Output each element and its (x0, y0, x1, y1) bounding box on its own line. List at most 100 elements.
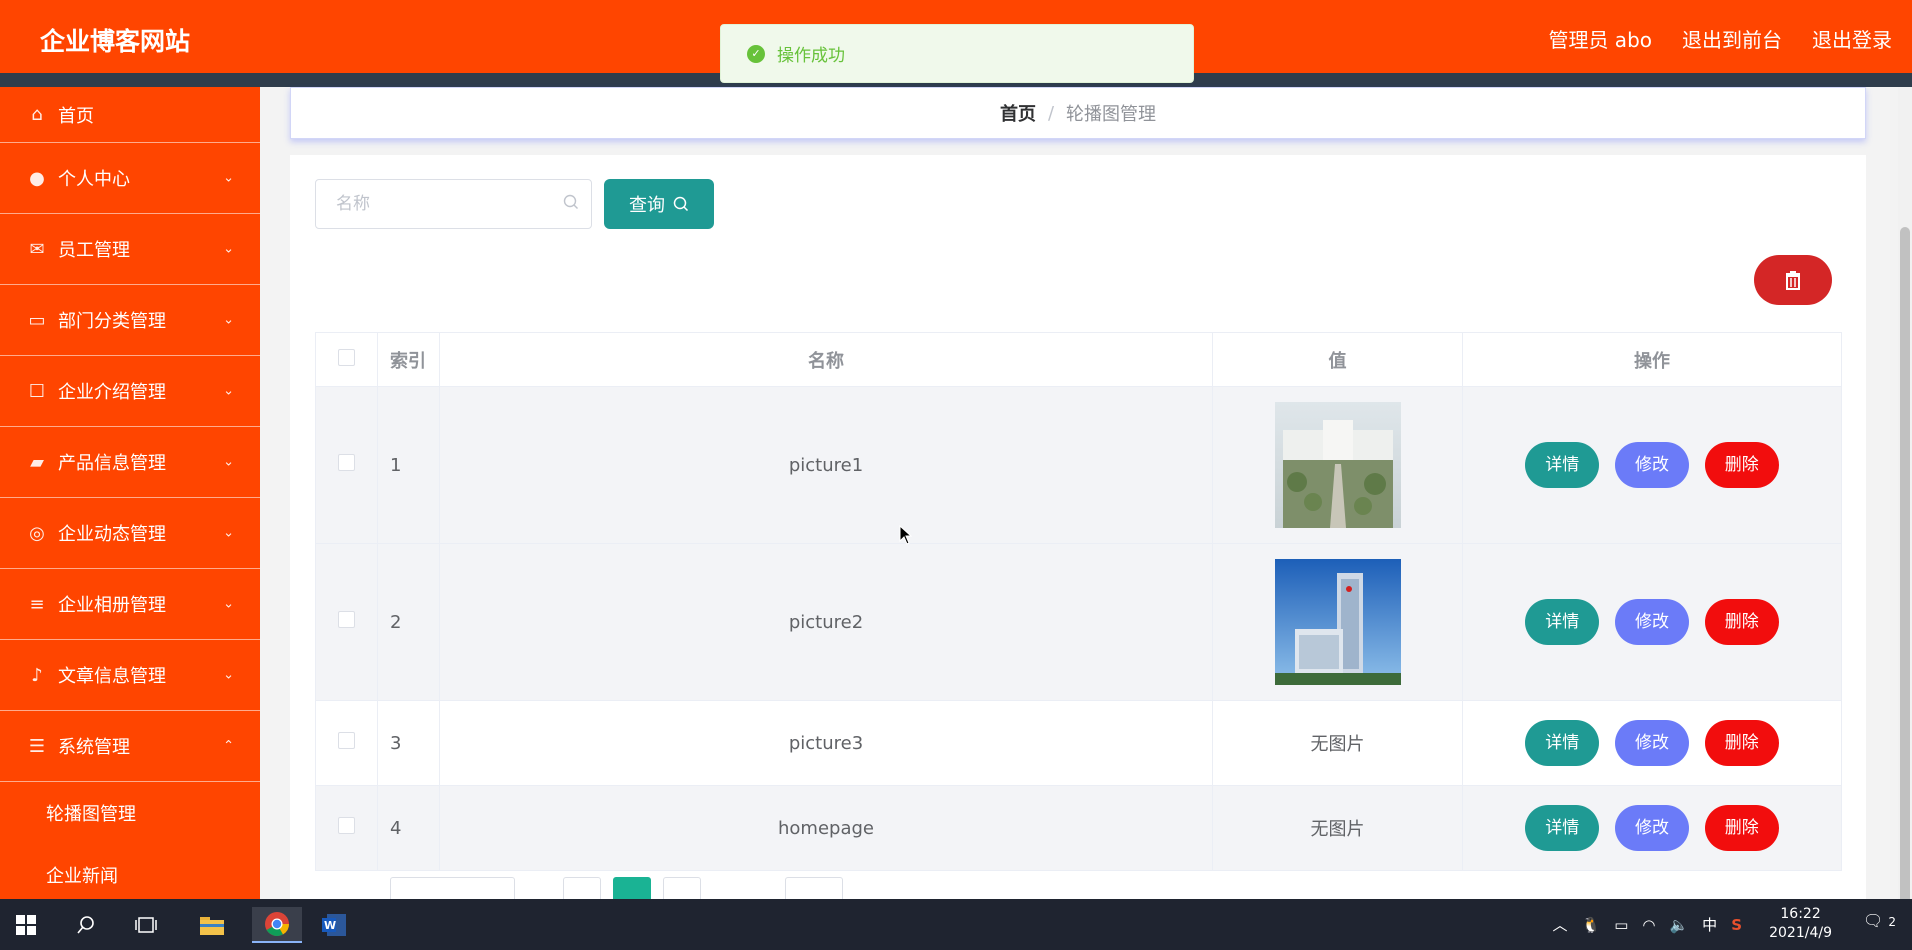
row-checkbox[interactable] (338, 732, 355, 749)
check-circle-icon: ✓ (747, 44, 765, 63)
main-content: 首页 / 轮播图管理 查询 (260, 87, 1912, 917)
sidebar-subitem-company-news[interactable]: 企业新闻 (0, 844, 260, 899)
sidebar-item-staff[interactable]: ✉ 员工管理 ⌄ (0, 214, 260, 285)
sidebar-item-company-intro[interactable]: ☐ 企业介绍管理 ⌄ (0, 356, 260, 427)
row-checkbox[interactable] (338, 611, 355, 628)
content-card: 查询 索引 名称 值 操作 (290, 155, 1866, 917)
exit-to-front-link[interactable]: 退出到前台 (1682, 24, 1782, 53)
taskbar-clock[interactable]: 16:22 2021/4/9 (1769, 905, 1832, 943)
task-view-icon (135, 917, 157, 933)
sidebar-item-products[interactable]: ▰ 产品信息管理 ⌄ (0, 427, 260, 498)
success-toast: ✓ 操作成功 (720, 24, 1194, 83)
detail-button[interactable]: 详情 (1525, 805, 1600, 851)
chevron-down-icon: ⌄ (223, 170, 234, 186)
search-input[interactable] (316, 180, 591, 228)
tray-expand-icon[interactable]: ︿ (1553, 914, 1568, 935)
clock-time: 16:22 (1780, 906, 1821, 922)
row-value: 无图片 (1212, 785, 1463, 871)
header-index: 索引 (377, 332, 440, 387)
wallet-icon: ▰ (30, 451, 44, 473)
name-search-field (315, 179, 592, 229)
search-icon (563, 194, 578, 209)
ime-indicator[interactable]: 中 (1702, 914, 1717, 935)
table-row: 4 homepage 无图片 详情 修改 删除 (315, 785, 1842, 871)
row-index: 3 (377, 700, 440, 786)
row-select-cell (315, 785, 378, 871)
detail-button[interactable]: 详情 (1525, 442, 1600, 488)
sidebar-item-home[interactable]: ⌂ 首页 (0, 87, 260, 143)
admin-user-label[interactable]: 管理员 abo (1548, 24, 1652, 53)
file-explorer-button[interactable] (190, 907, 234, 943)
taskbar-search-button[interactable] (64, 907, 108, 943)
chevron-down-icon: ⌄ (223, 667, 234, 683)
batch-delete-button[interactable] (1754, 255, 1832, 305)
edit-button[interactable]: 修改 (1615, 805, 1689, 851)
edit-button[interactable]: 修改 (1615, 442, 1689, 488)
detail-button[interactable]: 详情 (1525, 599, 1600, 645)
breadcrumb: 首页 / 轮播图管理 (290, 87, 1866, 139)
volume-icon[interactable]: 🔈 (1669, 916, 1688, 934)
delete-button[interactable]: 删除 (1704, 805, 1779, 851)
menu-icon: ☰ (28, 735, 46, 757)
sidebar-subitem-carousel[interactable]: 轮播图管理 (0, 782, 260, 844)
table-row: 1 picture1 详情 修改 删除 (315, 386, 1842, 544)
scrollbar-thumb[interactable] (1900, 227, 1910, 927)
header-name: 名称 (439, 332, 1213, 387)
detail-button[interactable]: 详情 (1525, 720, 1600, 766)
sidebar-item-articles[interactable]: ♪ 文章信息管理 ⌄ (0, 640, 260, 711)
delete-button[interactable]: 删除 (1704, 442, 1779, 488)
sidebar-item-department[interactable]: ▭ 部门分类管理 ⌄ (0, 285, 260, 356)
sidebar-item-label: 产品信息管理 (58, 453, 166, 474)
sidebar-item-label: 企业动态管理 (58, 524, 166, 545)
sidebar: ⌂ 首页 ● 个人中心 ⌄ ✉ 员工管理 ⌄ ▭ 部门分类管理 ⌄ ☐ 企业介绍… (0, 87, 260, 899)
breadcrumb-home[interactable]: 首页 (1000, 100, 1036, 126)
row-checkbox[interactable] (338, 454, 355, 471)
home-icon: ⌂ (31, 104, 43, 125)
trash-icon (1786, 271, 1800, 290)
chevron-down-icon: ⌄ (223, 312, 234, 328)
edit-button[interactable]: 修改 (1615, 720, 1689, 766)
delete-button[interactable]: 删除 (1704, 599, 1779, 645)
sidebar-item-system[interactable]: ☰ 系统管理 ⌃ (0, 711, 260, 782)
table-header-row: 索引 名称 值 操作 (315, 332, 1842, 387)
notification-center-button[interactable]: 🗨 2 (1863, 911, 1896, 930)
row-actions: 详情 修改 删除 (1462, 543, 1842, 701)
row-index: 1 (377, 386, 440, 544)
sidebar-item-label: 企业介绍管理 (58, 382, 166, 403)
row-name: picture3 (439, 700, 1213, 786)
row-index: 2 (377, 543, 440, 701)
tag-icon: ▭ (28, 309, 46, 331)
sogou-ime-icon[interactable]: S (1731, 916, 1742, 934)
battery-icon[interactable]: ▭ (1614, 916, 1628, 934)
system-tray: ︿ 🐧 ▭ ◠ 🔈 中 S (1553, 899, 1743, 950)
chevron-down-icon: ⌄ (223, 454, 234, 470)
qq-icon[interactable]: 🐧 (1582, 916, 1601, 934)
chevron-down-icon: ⌄ (223, 383, 234, 399)
mail-icon: ✉ (29, 238, 45, 260)
select-all-checkbox[interactable] (338, 348, 355, 366)
windows-start-button[interactable] (4, 907, 48, 943)
delete-button[interactable]: 删除 (1704, 720, 1779, 766)
header-actions: 管理员 abo 退出到前台 退出登录 (1548, 24, 1892, 53)
row-select-cell (315, 386, 378, 544)
wifi-icon[interactable]: ◠ (1642, 916, 1655, 934)
query-button[interactable]: 查询 (604, 179, 714, 229)
chrome-taskbar-button[interactable] (252, 907, 302, 943)
table-row: 2 picture2 详情 修改 删除 (315, 543, 1842, 701)
row-value: 无图片 (1212, 700, 1463, 786)
sidebar-item-news[interactable]: ◎ 企业动态管理 ⌄ (0, 498, 260, 569)
sidebar-item-personal-center[interactable]: ● 个人中心 ⌄ (0, 143, 260, 214)
logout-link[interactable]: 退出登录 (1812, 24, 1892, 53)
header-actions: 操作 (1462, 332, 1842, 387)
edit-button[interactable]: 修改 (1615, 599, 1689, 645)
row-value-cell (1212, 543, 1463, 701)
sidebar-item-album[interactable]: ≡ 企业相册管理 ⌄ (0, 569, 260, 640)
word-taskbar-button[interactable]: W (312, 907, 356, 943)
row-checkbox[interactable] (338, 817, 355, 834)
task-view-button[interactable] (124, 907, 168, 943)
list-icon: ≡ (29, 593, 45, 615)
select-all-cell (315, 332, 378, 387)
site-brand: 企业博客网站 (40, 27, 191, 56)
breadcrumb-separator: / (1047, 102, 1055, 124)
page-scrollbar[interactable] (1898, 87, 1912, 927)
